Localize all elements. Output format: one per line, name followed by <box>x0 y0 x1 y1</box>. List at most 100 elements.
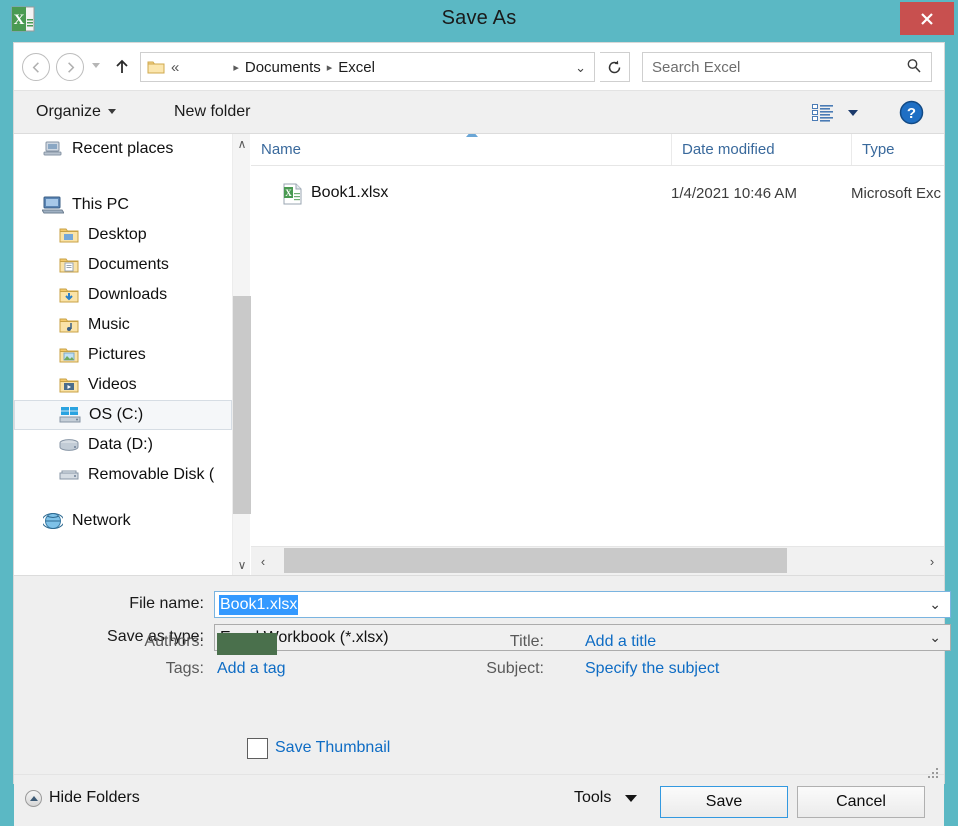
add-a-title-link[interactable]: Add a title <box>585 633 656 651</box>
scrollbar-thumb-horizontal[interactable] <box>284 548 787 573</box>
search-input[interactable]: Search Excel <box>642 52 932 82</box>
save-thumbnail-checkbox[interactable] <box>247 738 268 759</box>
metadata-form: File name: Book1.xlsx ⌄ Save as type: Ex… <box>14 575 951 783</box>
file-type-cell: Microsoft Exc <box>851 184 942 202</box>
breadcrumb-separator-1: ▸ <box>233 61 239 74</box>
authors-value-redacted[interactable] <box>217 633 277 655</box>
resize-grip[interactable] <box>928 768 940 780</box>
folder-pictures-icon <box>58 345 80 365</box>
sidebar-item-desktop[interactable]: Desktop <box>14 220 232 250</box>
sidebar-item-downloads[interactable]: Downloads <box>14 280 232 310</box>
column-header-type[interactable]: Type <box>851 134 944 165</box>
file-name-dropdown-icon[interactable]: ⌄ <box>929 596 941 613</box>
file-name-input[interactable]: Book1.xlsx ⌄ <box>214 591 951 618</box>
save-button[interactable]: Save <box>660 786 788 818</box>
forward-button[interactable] <box>56 53 84 81</box>
title-bar: X Save As <box>0 0 958 40</box>
sidebar-item-label: Network <box>72 512 131 529</box>
svg-text:X: X <box>285 188 292 198</box>
folder-icon <box>147 59 165 75</box>
command-bar: Organize New folder ? <box>14 90 944 134</box>
hide-folders-button[interactable]: Hide Folders <box>25 789 140 807</box>
sidebar-item-label: This PC <box>72 196 129 213</box>
save-as-dialog: X Save As « ▸ Documents ▸ Excel ⌄ Search… <box>0 0 958 826</box>
column-header-name[interactable]: Name <box>261 134 661 165</box>
path-ellipsis[interactable]: « <box>171 59 179 76</box>
refresh-button[interactable] <box>600 52 630 82</box>
scroll-down-button[interactable]: ∨ <box>233 555 251 575</box>
sidebar-item-documents[interactable]: Documents <box>14 250 232 280</box>
excel-file-icon: X <box>283 183 303 205</box>
subject-label: Subject: <box>486 660 544 677</box>
title-label: Title: <box>509 633 544 650</box>
navigation-pane: Recent places This PC Desktop Documents Down… <box>14 134 246 575</box>
breadcrumb-documents[interactable]: Documents <box>245 59 321 76</box>
sidebar-item-label: OS (C:) <box>89 406 144 423</box>
up-button[interactable] <box>110 55 134 79</box>
new-folder-button[interactable]: New folder <box>174 103 250 121</box>
scrollbar-thumb[interactable] <box>233 296 251 514</box>
hide-folders-label: Hide Folders <box>49 789 140 806</box>
sidebar-item-label: Desktop <box>88 226 147 243</box>
sidebar-item-os-c[interactable]: OS (C:) <box>14 400 232 430</box>
breadcrumb-separator-2: ▸ <box>326 61 333 74</box>
sidebar-scrollbar[interactable]: ∧ ∨ <box>232 134 251 575</box>
computer-icon <box>42 195 64 215</box>
chevron-down-icon[interactable] <box>92 63 100 68</box>
sidebar-item-pictures[interactable]: Pictures <box>14 340 232 370</box>
scroll-up-button[interactable]: ∧ <box>233 134 251 154</box>
tools-label: Tools <box>574 789 612 806</box>
sort-ascending-icon <box>466 134 478 137</box>
help-icon[interactable]: ? <box>899 100 924 125</box>
sidebar-item-this-pc[interactable]: This PC <box>14 190 232 220</box>
sidebar-item-label: Data (D:) <box>88 436 153 453</box>
sidebar-item-label: Removable Disk ( <box>88 466 215 483</box>
list-view-icon[interactable] <box>812 103 834 123</box>
action-bar: Hide Folders Tools Save Cancel <box>14 774 944 826</box>
search-icon <box>906 58 922 78</box>
folder-videos-icon <box>58 375 80 395</box>
dialog-body: « ▸ Documents ▸ Excel ⌄ Search Excel Org… <box>13 42 951 826</box>
organize-button[interactable]: Organize <box>36 103 116 121</box>
sidebar-item-videos[interactable]: Videos <box>14 370 232 400</box>
sidebar-item-music[interactable]: Music <box>14 310 232 340</box>
sidebar-item-data-d[interactable]: Data (D:) <box>14 430 232 460</box>
cancel-button[interactable]: Cancel <box>797 786 925 818</box>
tools-button[interactable]: Tools <box>574 789 638 807</box>
add-a-tag-link[interactable]: Add a tag <box>217 660 286 678</box>
save-as-type-select[interactable]: Excel Workbook (*.xlsx) ⌄ <box>214 624 951 651</box>
scroll-right-button[interactable]: › <box>922 547 942 575</box>
breadcrumb: ▸ Documents ▸ Excel <box>227 59 375 76</box>
back-button[interactable] <box>22 53 50 81</box>
windows-drive-icon <box>59 405 81 425</box>
window-title: Save As <box>441 7 517 29</box>
view-dropdown-icon[interactable] <box>848 110 858 116</box>
sidebar-item-network[interactable]: Network <box>14 506 232 536</box>
table-row[interactable]: X Book1.xlsx 1/4/2021 10:46 AM Microsoft… <box>251 178 944 208</box>
removable-drive-icon <box>58 465 80 485</box>
address-dropdown-icon[interactable]: ⌄ <box>575 60 586 76</box>
address-bar[interactable]: « ▸ Documents ▸ Excel ⌄ <box>140 52 595 82</box>
sidebar-item-removable-disk[interactable]: Removable Disk ( <box>14 460 232 490</box>
sidebar-item-recent-places[interactable]: Recent places <box>14 134 232 164</box>
close-button[interactable] <box>900 2 954 35</box>
folder-desktop-icon <box>58 225 80 245</box>
file-list-scrollbar[interactable]: ‹ › <box>251 546 944 575</box>
authors-label: Authors: <box>144 633 204 650</box>
sidebar-item-label: Videos <box>88 376 137 393</box>
file-name-label: File name: <box>129 595 204 612</box>
chevron-up-icon <box>25 789 42 807</box>
save-as-type-dropdown-icon[interactable]: ⌄ <box>929 629 941 646</box>
column-headers: Name Date modified Type <box>251 134 944 166</box>
chevron-down-icon <box>107 109 116 115</box>
sidebar-item-label: Recent places <box>72 140 174 157</box>
save-thumbnail-label[interactable]: Save Thumbnail <box>275 739 390 757</box>
search-placeholder: Search Excel <box>652 58 741 76</box>
network-icon <box>42 511 64 531</box>
specify-the-subject-link[interactable]: Specify the subject <box>585 660 719 678</box>
organize-label: Organize <box>36 103 101 120</box>
scroll-left-button[interactable]: ‹ <box>253 547 273 575</box>
breadcrumb-excel[interactable]: Excel <box>338 59 375 76</box>
folder-documents-icon <box>58 255 80 275</box>
column-header-date-modified[interactable]: Date modified <box>671 134 841 165</box>
